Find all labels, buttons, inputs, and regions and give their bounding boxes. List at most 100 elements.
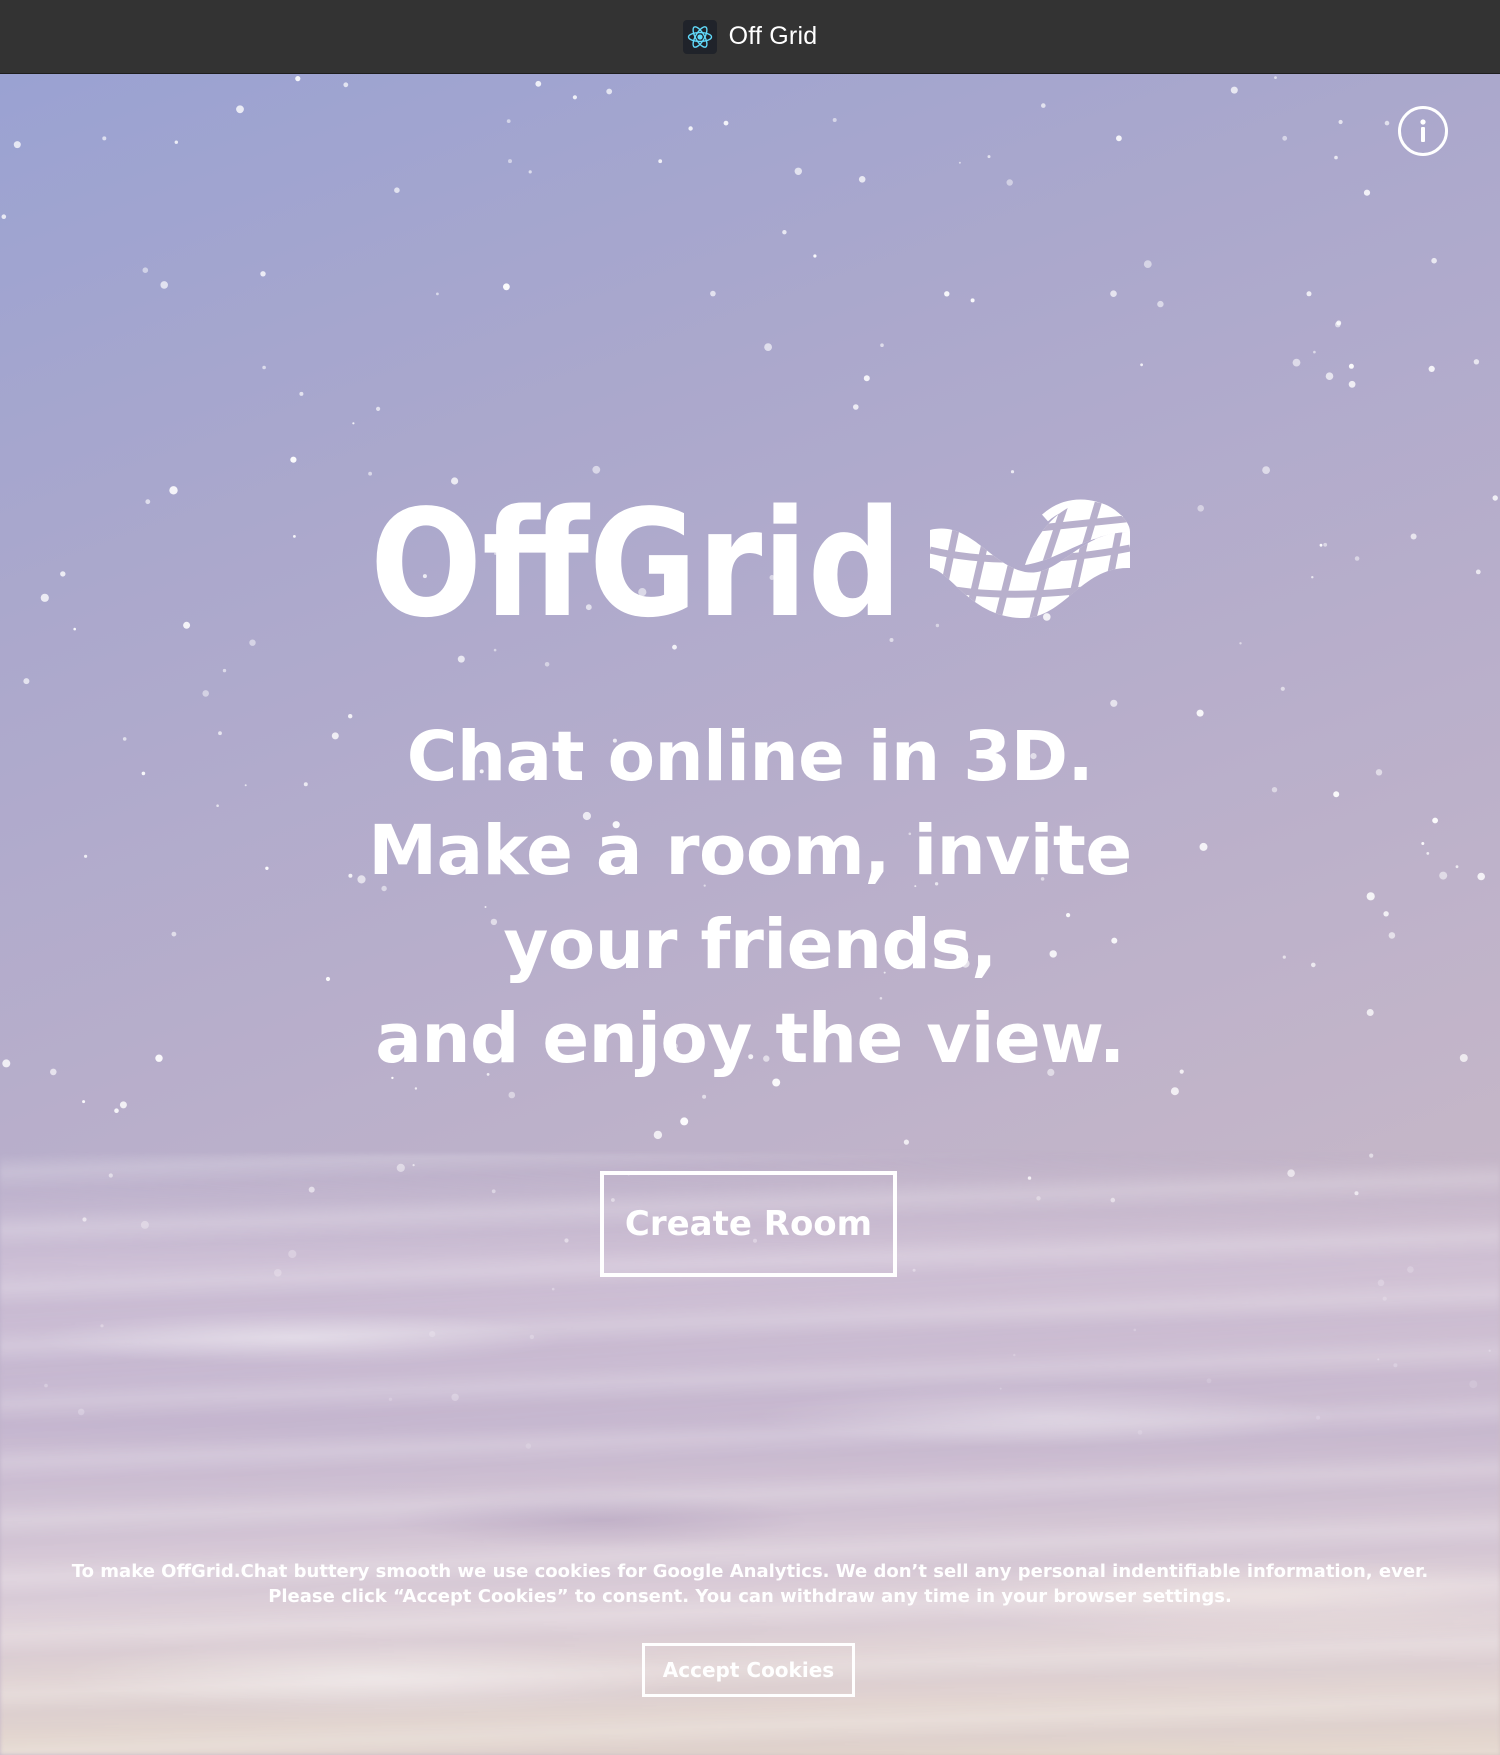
- star: [1383, 911, 1389, 917]
- star: [1282, 955, 1286, 959]
- star: [1348, 363, 1354, 369]
- star: [1475, 569, 1481, 575]
- star: [764, 343, 772, 351]
- tagline-line: Chat online in 3D.: [406, 717, 1094, 797]
- star: [794, 167, 802, 175]
- star: [1421, 842, 1425, 845]
- star: [1311, 962, 1316, 968]
- tagline-line: and enjoy the view.: [375, 999, 1125, 1079]
- star: [262, 365, 266, 370]
- cookie-notice: To make OffGrid.Chat buttery smooth we u…: [50, 1559, 1450, 1609]
- tagline-line: Make a room, invite: [368, 811, 1132, 891]
- star: [82, 1100, 86, 1104]
- star: [889, 638, 894, 642]
- star: [368, 471, 372, 476]
- star: [1262, 466, 1270, 474]
- star: [236, 105, 244, 114]
- star: [1363, 189, 1371, 196]
- star: [290, 456, 297, 463]
- star: [1116, 135, 1122, 142]
- star: [1239, 642, 1242, 645]
- star: [293, 535, 296, 538]
- star: [1492, 495, 1498, 501]
- star: [1, 214, 7, 219]
- star: [142, 267, 149, 273]
- star: [73, 627, 76, 631]
- star: [23, 678, 30, 685]
- star: [782, 230, 787, 235]
- title-bar: Off Grid: [0, 0, 1500, 74]
- star: [1336, 320, 1342, 326]
- star: [1354, 556, 1360, 561]
- cookie-notice-line: Please click “Accept Cookies” to consent…: [268, 1586, 1232, 1607]
- star: [987, 155, 991, 159]
- star: [1384, 120, 1390, 126]
- star: [451, 477, 459, 485]
- star: [1157, 300, 1164, 308]
- star: [1292, 358, 1301, 367]
- star: [249, 639, 256, 646]
- star: [535, 80, 542, 87]
- star: [1333, 791, 1340, 798]
- star: [102, 136, 107, 141]
- star: [858, 176, 866, 183]
- star: [572, 95, 578, 100]
- star: [1110, 290, 1117, 297]
- star: [903, 1139, 910, 1145]
- info-button[interactable]: [1398, 106, 1448, 156]
- star: [1110, 699, 1118, 707]
- star: [1410, 533, 1417, 540]
- star: [1338, 119, 1343, 125]
- star: [508, 1091, 516, 1099]
- star: [40, 593, 49, 602]
- star: [1431, 257, 1437, 264]
- star: [1432, 817, 1438, 824]
- star: [295, 76, 301, 82]
- star: [1143, 260, 1152, 268]
- window-title: Off Grid: [728, 22, 818, 50]
- star: [222, 668, 227, 673]
- star: [84, 854, 88, 858]
- accept-cookies-button[interactable]: Accept Cookies: [642, 1643, 855, 1697]
- star: [506, 119, 511, 123]
- star: [394, 187, 400, 193]
- star: [202, 690, 209, 697]
- star: [1348, 380, 1356, 388]
- star: [702, 1094, 707, 1099]
- star: [1473, 359, 1480, 365]
- create-room-button[interactable]: Create Room: [600, 1171, 897, 1277]
- star: [183, 621, 191, 629]
- star: [1325, 372, 1334, 381]
- star: [1306, 291, 1312, 297]
- star: [658, 159, 663, 164]
- star: [680, 1117, 689, 1126]
- star: [13, 141, 21, 149]
- star: [1323, 542, 1328, 547]
- star: [1477, 872, 1485, 881]
- star: [141, 771, 146, 776]
- star: [299, 391, 304, 396]
- star: [376, 406, 381, 411]
- star: [1010, 470, 1015, 474]
- star: [688, 126, 693, 131]
- star: [813, 254, 817, 258]
- star: [832, 118, 837, 122]
- info-icon: [1420, 119, 1426, 142]
- star: [503, 283, 510, 291]
- star: [260, 271, 266, 277]
- star: [493, 648, 497, 652]
- logo-wordmark: OffGrid: [370, 490, 902, 630]
- tagline-line: your friends,: [503, 905, 997, 985]
- star: [958, 161, 961, 164]
- star: [592, 465, 601, 474]
- star: [216, 804, 219, 807]
- star: [1280, 686, 1285, 691]
- star: [544, 662, 550, 667]
- star: [1197, 505, 1204, 512]
- star: [1334, 155, 1338, 160]
- star: [50, 1068, 57, 1076]
- star: [343, 82, 349, 88]
- star: [122, 737, 127, 741]
- star: [606, 88, 613, 95]
- star: [169, 486, 178, 495]
